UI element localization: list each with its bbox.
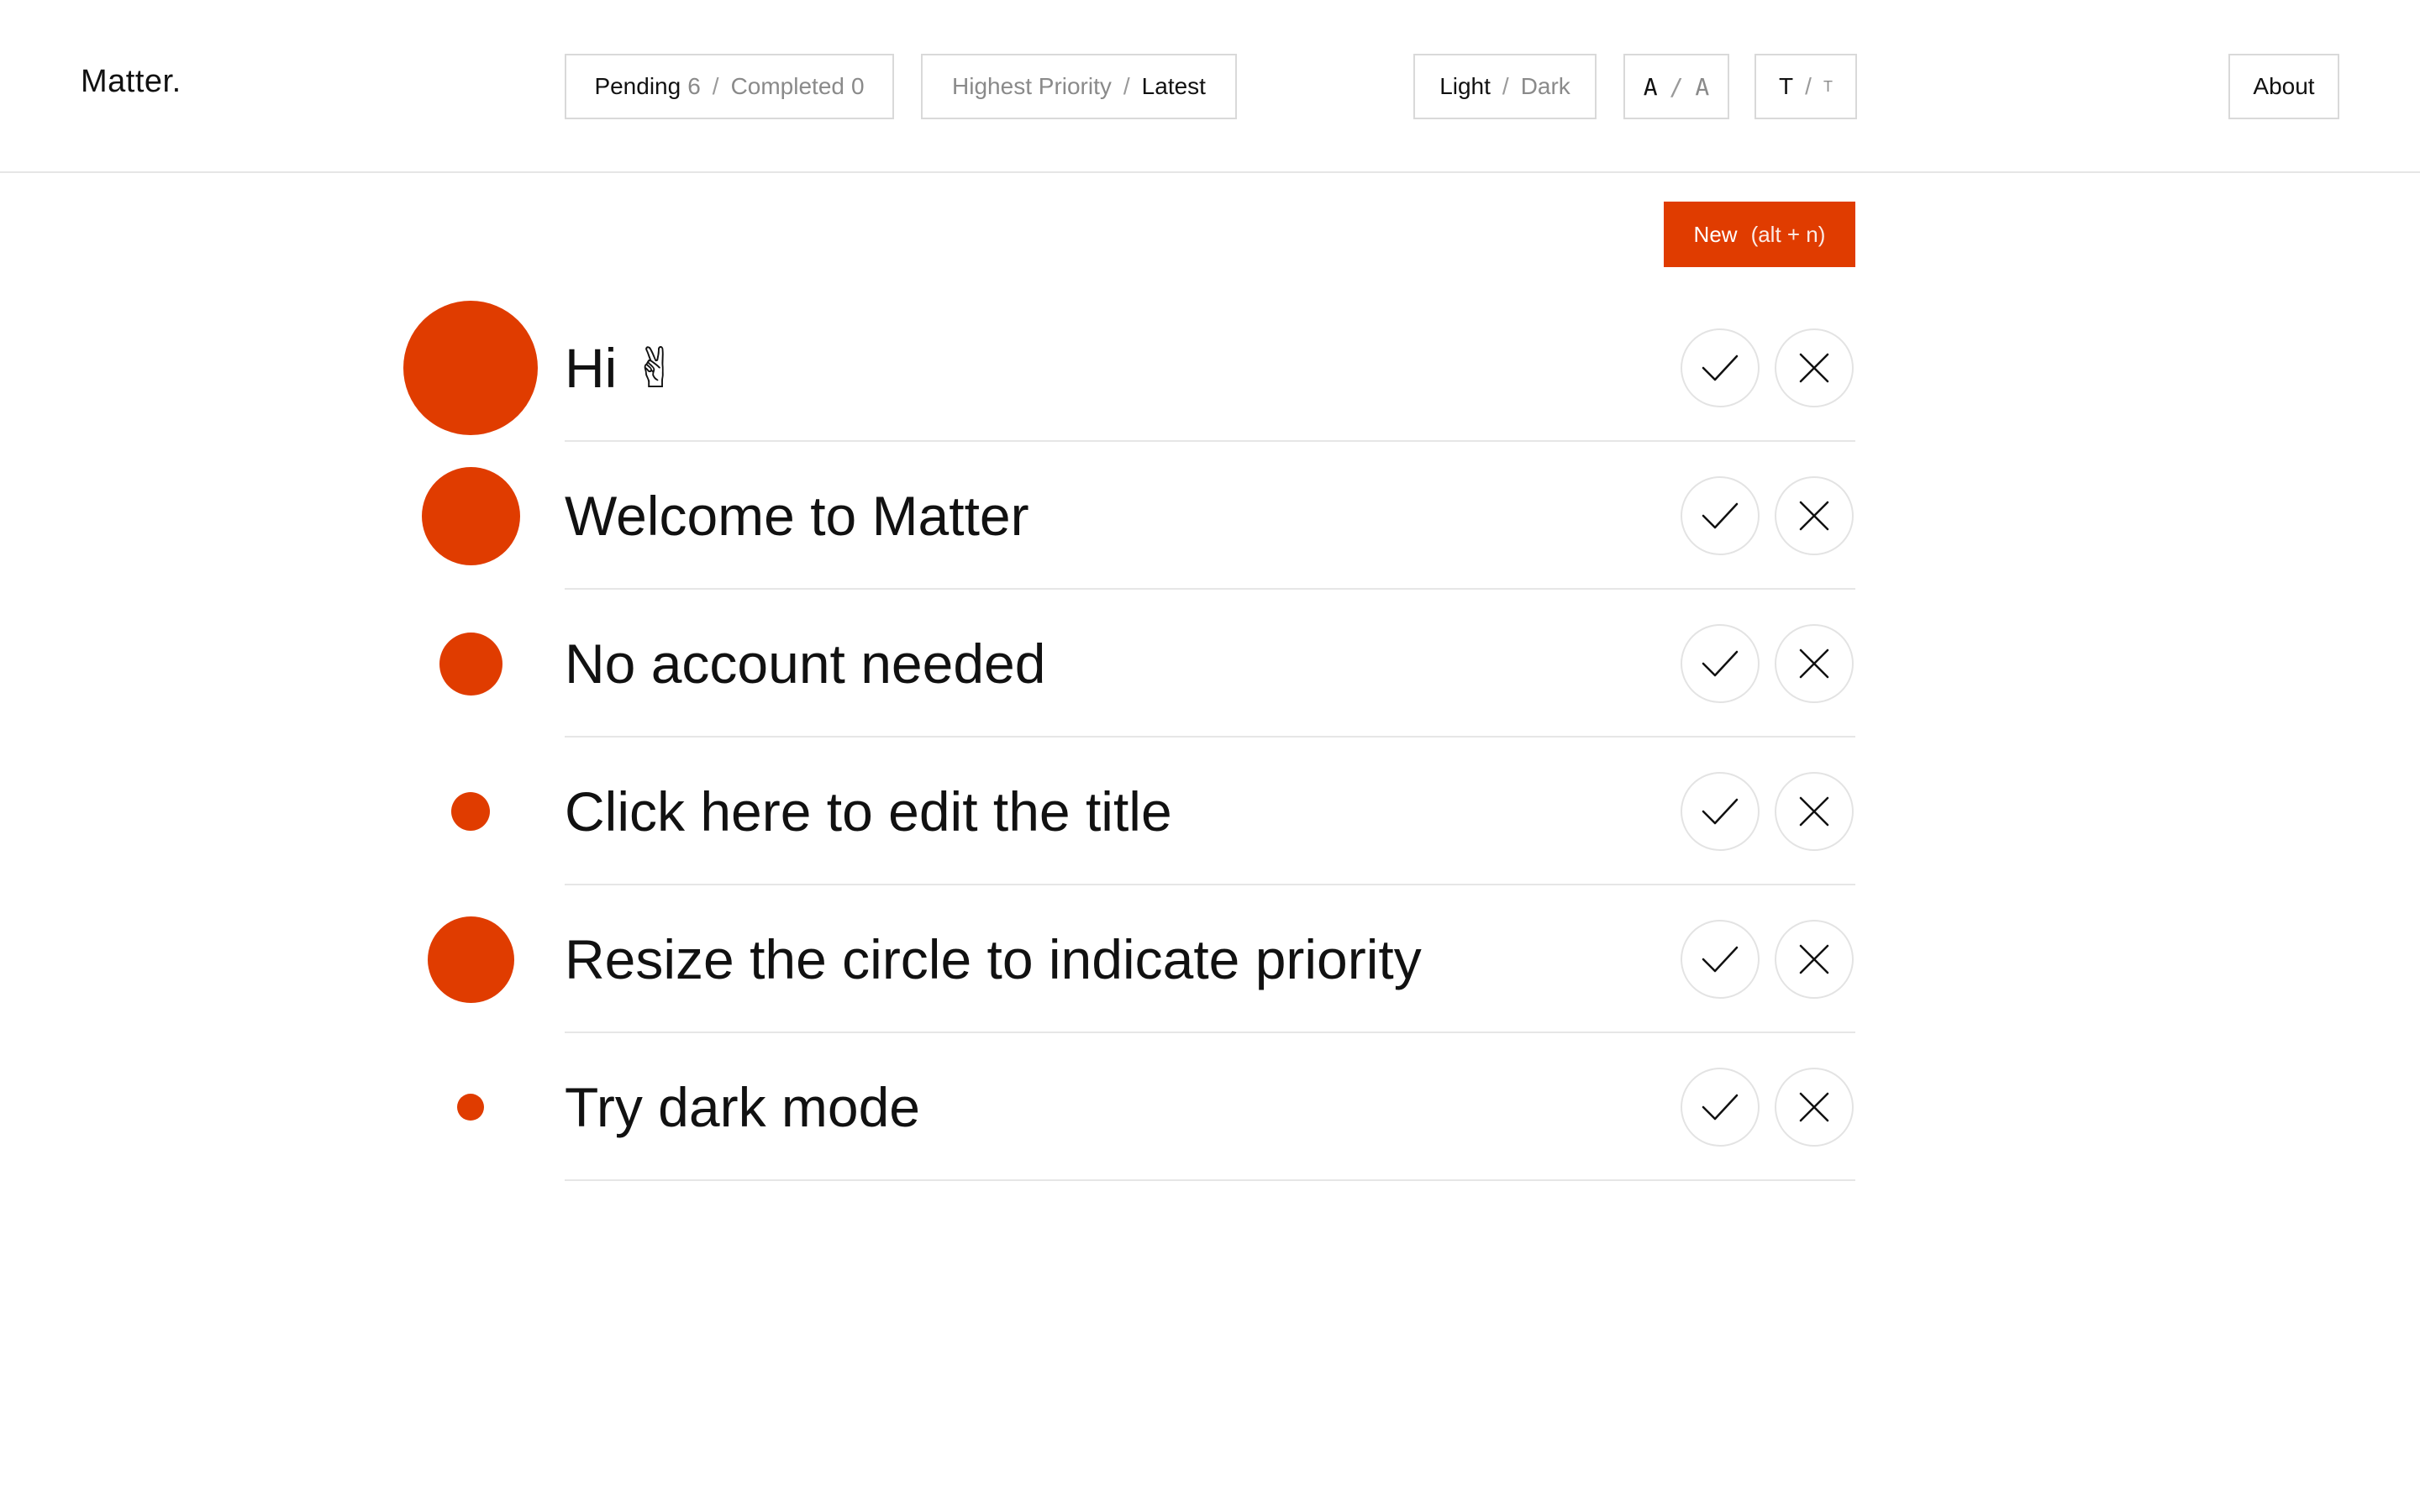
task-row: Try dark mode: [0, 1033, 2420, 1181]
task-row: Welcome to Matter: [0, 442, 2420, 590]
task-list: Hi ✌ Welcome to Matter No account needed Cl…: [0, 0, 2420, 1512]
check-icon: [1702, 650, 1739, 677]
close-icon: [1799, 353, 1829, 383]
check-icon: [1702, 798, 1739, 825]
task-title[interactable]: Hi ✌: [565, 294, 679, 442]
delete-task-button[interactable]: [1775, 624, 1854, 703]
check-icon: [1702, 354, 1739, 381]
check-icon: [1702, 502, 1739, 529]
delete-task-button[interactable]: [1775, 920, 1854, 999]
task-row: Hi ✌: [0, 294, 2420, 442]
task-title[interactable]: Click here to edit the title: [565, 738, 1172, 885]
priority-circle[interactable]: [451, 792, 490, 831]
priority-circle[interactable]: [421, 466, 520, 565]
complete-task-button[interactable]: [1681, 772, 1760, 851]
complete-task-button[interactable]: [1681, 476, 1760, 555]
delete-task-button[interactable]: [1775, 772, 1854, 851]
task-title[interactable]: Try dark mode: [565, 1033, 920, 1181]
close-icon: [1799, 648, 1829, 679]
complete-task-button[interactable]: [1681, 328, 1760, 407]
check-icon: [1702, 1094, 1739, 1121]
delete-task-button[interactable]: [1775, 328, 1854, 407]
task-row: Resize the circle to indicate priority: [0, 885, 2420, 1033]
task-title[interactable]: Resize the circle to indicate priority: [565, 885, 1422, 1033]
row-divider: [565, 1179, 1855, 1181]
priority-circle[interactable]: [427, 916, 514, 1003]
close-icon: [1799, 944, 1829, 974]
complete-task-button[interactable]: [1681, 624, 1760, 703]
close-icon: [1799, 501, 1829, 531]
check-icon: [1702, 946, 1739, 973]
priority-circle[interactable]: [457, 1094, 484, 1121]
priority-circle[interactable]: [439, 632, 502, 696]
complete-task-button[interactable]: [1681, 920, 1760, 999]
close-icon: [1799, 796, 1829, 827]
task-row: No account needed: [0, 590, 2420, 738]
complete-task-button[interactable]: [1681, 1068, 1760, 1147]
task-row: Click here to edit the title: [0, 738, 2420, 885]
close-icon: [1799, 1092, 1829, 1122]
delete-task-button[interactable]: [1775, 1068, 1854, 1147]
delete-task-button[interactable]: [1775, 476, 1854, 555]
priority-circle[interactable]: [403, 301, 538, 435]
task-title[interactable]: Welcome to Matter: [565, 442, 1029, 590]
task-title[interactable]: No account needed: [565, 590, 1045, 738]
